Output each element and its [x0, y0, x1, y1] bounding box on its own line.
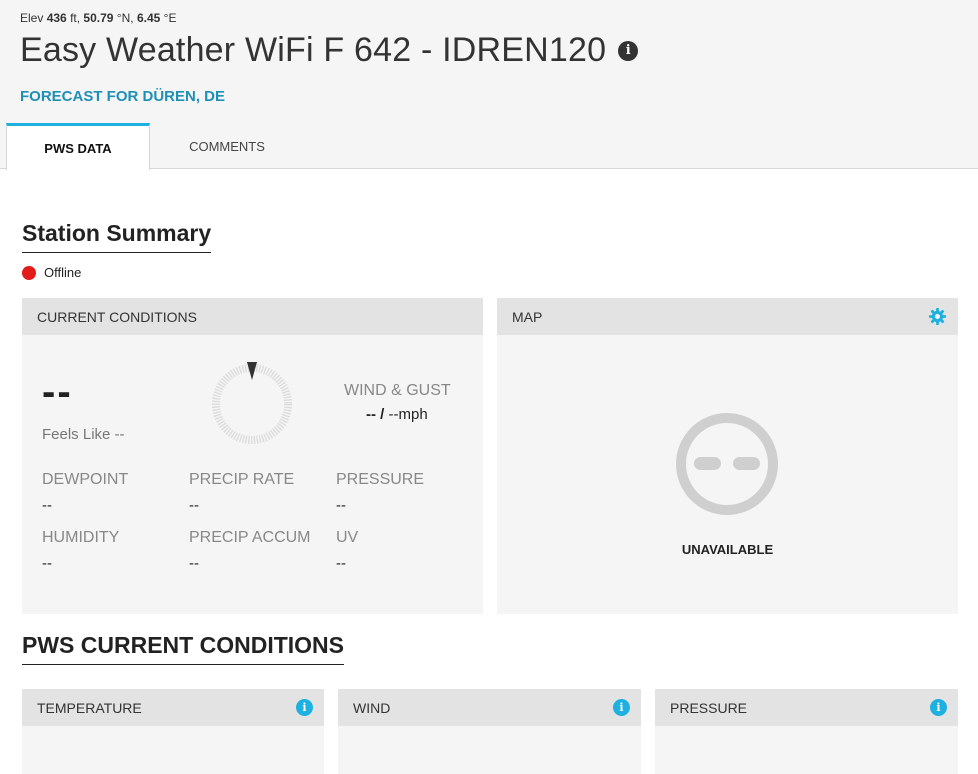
- station-summary-title: Station Summary: [22, 220, 212, 253]
- wind-gust: --mph: [388, 406, 428, 423]
- gear-icon[interactable]: [929, 308, 946, 325]
- wind-compass-icon: [212, 362, 292, 444]
- pws-current-conditions-title: PWS CURRENT CONDITIONS: [22, 632, 344, 665]
- latitude-value: 50.79: [83, 11, 114, 25]
- temperature-value: --: [42, 370, 73, 414]
- pressure-panel-header: PRESSURE: [655, 689, 958, 726]
- pressure-value: --: [336, 497, 346, 514]
- station-status: Offline: [22, 265, 81, 280]
- pressure-label: PRESSURE: [336, 471, 425, 488]
- dewpoint-value: --: [42, 497, 52, 514]
- pressure-info-icon[interactable]: i: [930, 699, 947, 716]
- station-location-line: Elev 436 ft, 50.79 °N, 6.45 °E: [20, 11, 177, 25]
- wind-info-icon[interactable]: i: [613, 699, 630, 716]
- wind-gust-value: -- / --mph: [366, 406, 428, 423]
- humidity-value: --: [42, 555, 52, 572]
- wind-panel-header: WIND: [338, 689, 641, 726]
- precip-rate-value: --: [189, 497, 199, 514]
- current-conditions-header: CURRENT CONDITIONS: [22, 298, 483, 335]
- longitude-value: 6.45: [136, 11, 161, 25]
- temperature-panel-header: TEMPERATURE: [22, 689, 324, 726]
- map-header: MAP: [497, 298, 958, 335]
- temperature-info-icon[interactable]: i: [296, 699, 313, 716]
- title-row: Easy Weather WiFi F 642 - IDREN120 i: [20, 31, 639, 70]
- current-conditions-panel: CURRENT CONDITIONS -- Feels Like -- WIND…: [22, 298, 483, 614]
- station-info-icon[interactable]: i: [618, 40, 639, 61]
- status-dot-icon: [22, 265, 36, 280]
- map-panel: MAP UNAVAILABLE: [497, 298, 958, 614]
- feels-like: Feels Like --: [42, 426, 125, 443]
- tab-comments[interactable]: COMMENTS: [150, 123, 304, 169]
- elevation-value: 436: [46, 11, 67, 25]
- precip-accum-value: --: [189, 555, 199, 572]
- map-unavailable-text: UNAVAILABLE: [681, 542, 774, 557]
- pressure-panel: PRESSURE i: [655, 689, 958, 774]
- precip-accum-label: PRECIP ACCUM: [189, 529, 311, 546]
- uv-value: --: [336, 555, 346, 572]
- wind-speed: --: [366, 406, 376, 423]
- page-title: Easy Weather WiFi F 642 - IDREN120: [20, 31, 607, 69]
- wind-gust-label: WIND & GUST: [344, 382, 451, 399]
- wind-separator: /: [376, 406, 389, 423]
- tab-pws-data[interactable]: PWS DATA: [6, 123, 150, 170]
- temperature-panel: TEMPERATURE i: [22, 689, 324, 774]
- uv-label: UV: [336, 529, 359, 546]
- precip-rate-label: PRECIP RATE: [189, 471, 295, 488]
- wind-panel: WIND i: [338, 689, 641, 774]
- forecast-link[interactable]: FORECAST FOR DÜREN, DE: [20, 88, 225, 105]
- unavailable-face-icon: [676, 413, 778, 515]
- humidity-label: HUMIDITY: [42, 529, 120, 546]
- status-text: Offline: [44, 265, 82, 280]
- dewpoint-label: DEWPOINT: [42, 471, 129, 488]
